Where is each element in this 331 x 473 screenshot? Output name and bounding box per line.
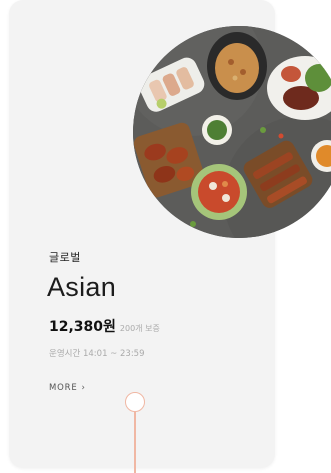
chevron-right-icon: › — [81, 383, 86, 393]
timeline-dot — [125, 392, 145, 412]
operating-hours: 운영시간 14:01 ~ 23:59 — [49, 349, 145, 359]
more-link[interactable]: MORE › — [49, 383, 86, 393]
category-label: 글로벌 — [49, 251, 81, 264]
price-row: 12,380원 200개 보증 — [49, 316, 160, 336]
menu-title: Asian — [47, 272, 117, 302]
timeline-line — [134, 412, 136, 473]
food-photo — [133, 26, 331, 238]
price-value: 12,380원 — [49, 319, 116, 335]
more-label: MORE — [49, 383, 78, 393]
quantity-note: 200개 보증 — [119, 324, 160, 333]
